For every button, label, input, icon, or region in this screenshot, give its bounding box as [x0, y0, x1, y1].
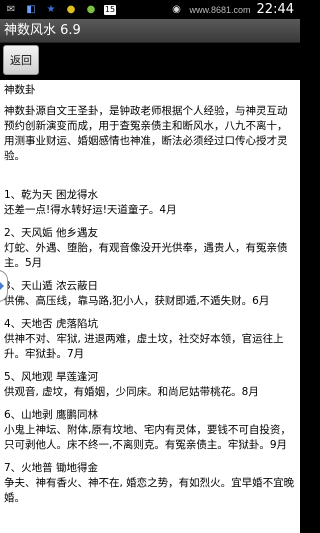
app-icon-3: ●: [86, 4, 96, 15]
entry-title: 7、火地普 锄地得金: [4, 462, 99, 474]
back-button[interactable]: 返回: [3, 45, 39, 75]
entry-body: 争夫、神有香火、神不在, 婚恋之势，有如烈火。宜早婚不宜晚婚。: [4, 477, 295, 504]
battery-level-icon: 15: [104, 4, 116, 15]
intro-text: 神数卦源自文王圣卦，是钟政老师根据个人经验，与神灵互动预约创新演变而成，用于查冤…: [4, 105, 288, 162]
app-title-bar: 神数风水 6.9: [0, 19, 300, 43]
entry-title: 6、山地剥 鹰鹏同林: [4, 409, 99, 421]
entry-7: 7、火地普 锄地得金 争夫、神有香火、神不在, 婚恋之势，有如烈火。宜早婚不宜晚…: [4, 461, 296, 506]
app-title: 神数风水 6.9: [4, 23, 81, 38]
entry-title: 2、天风姤 他乡遇友: [4, 227, 99, 239]
watermark-site: www.8681.com: [189, 4, 251, 15]
sms-icon: ✉: [6, 4, 16, 15]
entry-body: 供佛、高压线，靠马路,犯小人，获财即遁,不遁失财。6月: [4, 295, 270, 307]
entry-body: 还差一点!得水转好运!天道童子。4月: [4, 204, 177, 216]
entry-1: 1、乾为天 困龙得水 还差一点!得水转好运!天道童子。4月: [4, 188, 296, 218]
star-icon: ★: [46, 4, 56, 15]
clock: 22:44: [256, 2, 294, 17]
status-bar: ✉ ◧ ★ ● ● 15 ◉ www.8681.com 22:44: [0, 0, 300, 19]
content-pane[interactable]: 神数卦 神数卦源自文王圣卦，是钟政老师根据个人经验，与神灵互动预约创新演变而成，…: [0, 80, 300, 533]
entry-5: 5、风地观 旱莲逢河 供观音, 虚坟，有婚姻，少同床。和尚尼姑带桃花。8月: [4, 370, 296, 400]
app-icon: ◧: [26, 4, 36, 15]
entry-title: 1、乾为天 困龙得水: [4, 189, 99, 201]
app-icon-2: ●: [66, 4, 76, 15]
notification-icons: ✉ ◧ ★ ● ● 15: [0, 4, 116, 16]
entry-title: 5、风地观 旱莲逢河: [4, 371, 99, 383]
entry-body: 供神不对、牢狱, 进退两难，虚土坟，社交好本领，官运往上升。牢狱卦。7月: [4, 333, 284, 360]
entry-title: 3、天山遁 浓云蔽日: [4, 280, 99, 292]
entry-2: 2、天风姤 他乡遇友 灯蛇、外遇、堕胎，有观音像没开光供奉，遇贵人，有冤亲债主。…: [4, 226, 296, 271]
entry-body: 供观音, 虚坟，有婚姻，少同床。和尚尼姑带桃花。8月: [4, 386, 259, 398]
entry-body: 灯蛇、外遇、堕胎，有观音像没开光供奉，遇贵人，有冤亲债主。5月: [4, 242, 288, 269]
entry-4: 4、天地否 虎落陷坑 供神不对、牢狱, 进退两难，虚土坟，社交好本领，官运往上升…: [4, 317, 296, 362]
eye-icon: ◉: [172, 4, 181, 15]
entry-title: 4、天地否 虎落陷坑: [4, 318, 99, 330]
content-heading: 神数卦: [4, 84, 36, 96]
entry-6: 6、山地剥 鹰鹏同林 小鬼上神坛、附体,原有坟地、宅内有灵体，要钱不可自投资，只…: [4, 408, 296, 453]
entry-body: 小鬼上神坛、附体,原有坟地、宅内有灵体，要钱不可自投资，只可剥他人。床不终一,不…: [4, 424, 291, 451]
entry-3: 3、天山遁 浓云蔽日 供佛、高压线，靠马路,犯小人，获财即遁,不遁失财。6月: [4, 279, 296, 309]
